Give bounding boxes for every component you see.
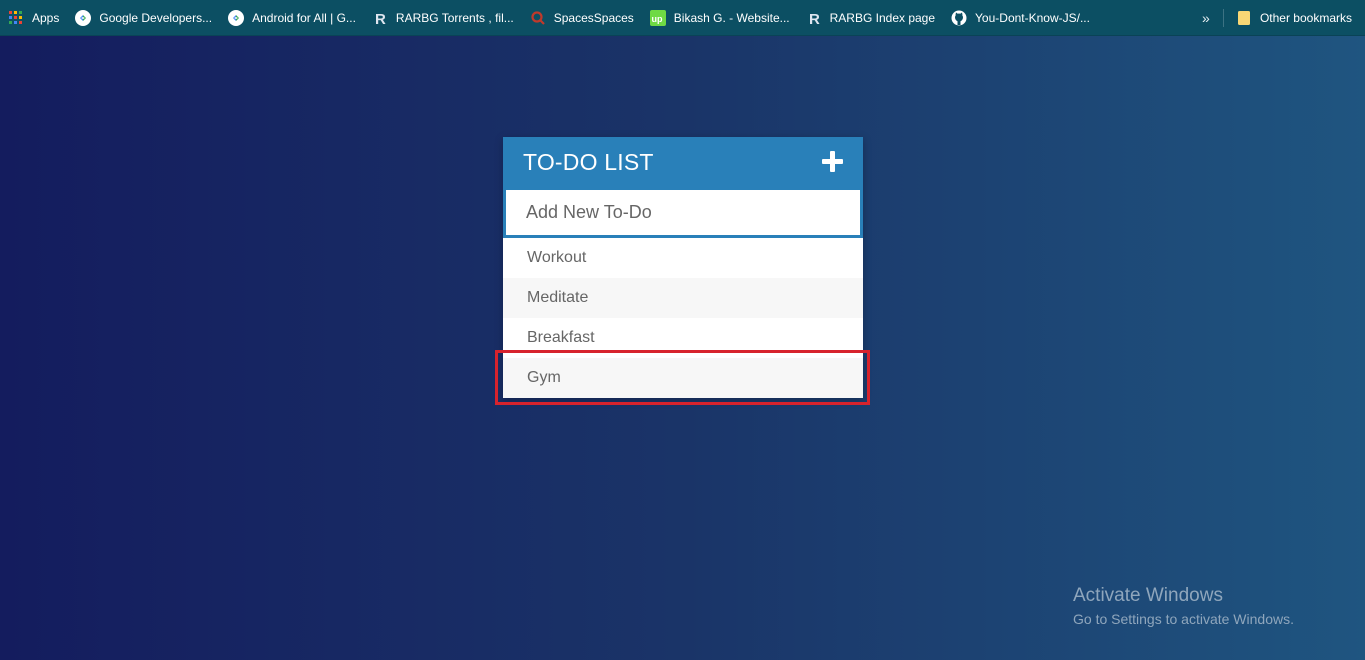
todo-card: TO-DO LIST Workout Meditate Breakfast Gy… <box>503 137 863 398</box>
other-bookmarks-label: Other bookmarks <box>1259 10 1352 25</box>
todo-list: Workout Meditate Breakfast Gym <box>503 238 863 398</box>
bookmark-label: Bikash G. - Website... <box>673 10 790 25</box>
input-wrapper <box>503 187 863 238</box>
bookmark-label: RARBG Index page <box>829 10 936 25</box>
todo-item-breakfast[interactable]: Breakfast <box>503 318 863 358</box>
bookmark-google-developers[interactable]: Google Developers... <box>67 4 220 32</box>
svg-text:R: R <box>809 11 820 26</box>
chevron-double-right-icon: » <box>1202 9 1210 26</box>
bookmark-label: SpacesSpaces <box>553 10 634 25</box>
bookmark-apps[interactable]: Apps <box>0 4 67 32</box>
rarbg-icon: R <box>806 10 822 26</box>
bookmarks-bar: Apps Google Developers... Android for Al… <box>0 0 1365 36</box>
svg-text:up: up <box>651 14 662 24</box>
rarbg-icon: R <box>372 10 388 26</box>
bookmark-bikash[interactable]: up Bikash G. - Website... <box>642 4 798 32</box>
todo-item-meditate[interactable]: Meditate <box>503 278 863 318</box>
bookmark-label: You-Dont-Know-JS/... <box>975 10 1090 25</box>
folder-icon <box>1236 10 1252 26</box>
upwork-icon: up <box>649 9 666 26</box>
bookmark-you-dont-know-js[interactable]: You-Dont-Know-JS/... <box>943 4 1098 32</box>
watermark-subtitle: Go to Settings to activate Windows. <box>1073 611 1294 627</box>
spaces-icon <box>530 10 546 26</box>
bookmark-rarbg-index[interactable]: R RARBG Index page <box>798 4 943 32</box>
google-developers-icon <box>75 9 92 26</box>
bookmark-label: Android for All | G... <box>252 10 356 25</box>
todo-header: TO-DO LIST <box>503 137 863 187</box>
more-bookmarks-button[interactable]: » <box>1193 4 1219 32</box>
bookmark-rarbg-torrents[interactable]: R RARBG Torrents , fil... <box>364 4 522 32</box>
new-todo-input[interactable] <box>503 187 863 238</box>
todo-item-workout[interactable]: Workout <box>503 238 863 278</box>
activate-windows-watermark: Activate Windows Go to Settings to activ… <box>1073 585 1294 630</box>
bookmark-label: Google Developers... <box>99 10 213 25</box>
bookmark-spaces[interactable]: SpacesSpaces <box>522 4 642 32</box>
github-icon <box>951 10 967 26</box>
bookmarks-divider <box>1222 8 1224 27</box>
bookmark-label: RARBG Torrents , fil... <box>395 10 514 25</box>
svg-text:R: R <box>375 11 386 26</box>
todo-item-gym[interactable]: Gym <box>503 358 863 398</box>
plus-icon[interactable] <box>821 150 845 174</box>
watermark-title: Activate Windows <box>1073 585 1223 606</box>
apps-grid-icon <box>8 10 24 26</box>
bookmark-android-for-all[interactable]: Android for All | G... <box>220 4 364 32</box>
other-bookmarks-folder[interactable]: Other bookmarks <box>1228 4 1365 32</box>
page-title: TO-DO LIST <box>523 148 654 175</box>
android-for-all-icon <box>228 9 245 26</box>
bookmark-label: Apps <box>32 10 60 25</box>
